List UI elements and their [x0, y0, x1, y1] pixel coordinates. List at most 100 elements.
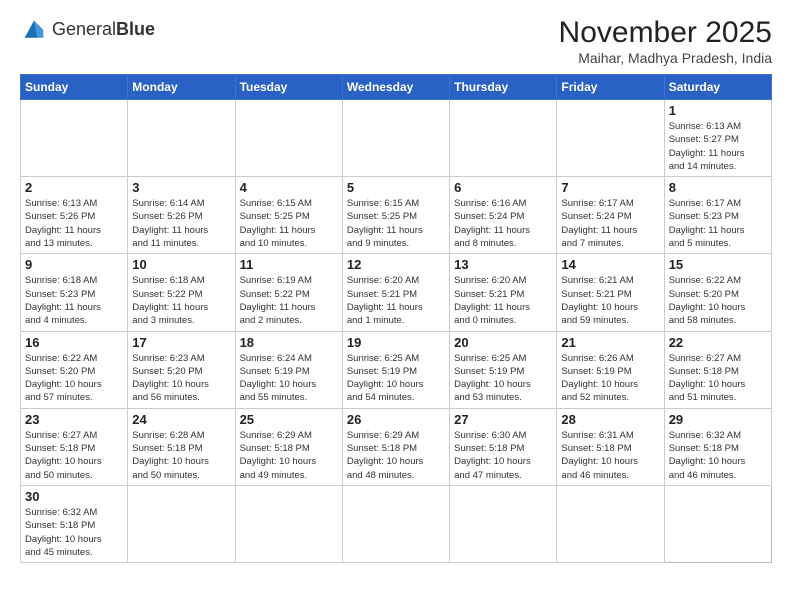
day-info: Sunrise: 6:32 AMSunset: 5:18 PMDaylight:… [25, 506, 123, 559]
day-number: 22 [669, 335, 767, 350]
day-cell: 29 Sunrise: 6:32 AMSunset: 5:18 PMDayligh… [664, 408, 771, 485]
day-cell: 4 Sunrise: 6:15 AMSunset: 5:25 PMDaylight… [235, 177, 342, 254]
day-cell [235, 100, 342, 177]
day-cell: 3Sunrise: 6:14 AMSunset: 5:26 PMDaylight… [128, 177, 235, 254]
day-cell [128, 485, 235, 562]
day-info: Sunrise: 6:32 AMSunset: 5:18 PMDaylight:… [669, 429, 767, 482]
day-info: Sunrise: 6:21 AMSunset: 5:21 PMDaylight:… [561, 274, 659, 327]
day-cell: 14 Sunrise: 6:21 AMSunset: 5:21 PMDayligh… [557, 254, 664, 331]
day-cell: 21Sunrise: 6:26 AMSunset: 5:19 PMDayligh… [557, 331, 664, 408]
day-cell: 5 Sunrise: 6:15 AMSunset: 5:25 PMDaylight… [342, 177, 449, 254]
day-cell: 6 Sunrise: 6:16 AMSunset: 5:24 PMDaylight… [450, 177, 557, 254]
day-cell [342, 100, 449, 177]
day-info: Sunrise: 6:27 AMSunset: 5:18 PMDaylight:… [25, 429, 123, 482]
day-number: 25 [240, 412, 338, 427]
logo-icon [20, 16, 48, 44]
day-number: 29 [669, 412, 767, 427]
day-number: 7 [561, 180, 659, 195]
day-cell: 25 Sunrise: 6:29 AMSunset: 5:18 PMDayligh… [235, 408, 342, 485]
calendar-row-3: 16Sunrise: 6:22 AMSunset: 5:20 PMDayligh… [21, 331, 772, 408]
day-number: 5 [347, 180, 445, 195]
day-info: Sunrise: 6:25 AMSunset: 5:19 PMDaylight:… [454, 352, 552, 405]
day-info: Sunrise: 6:15 AMSunset: 5:25 PMDaylight:… [240, 197, 338, 250]
day-info: Sunrise: 6:24 AMSunset: 5:19 PMDaylight:… [240, 352, 338, 405]
day-info: Sunrise: 6:20 AMSunset: 5:21 PMDaylight:… [454, 274, 552, 327]
day-info: Sunrise: 6:29 AMSunset: 5:18 PMDaylight:… [240, 429, 338, 482]
day-info: Sunrise: 6:16 AMSunset: 5:24 PMDaylight:… [454, 197, 552, 250]
day-cell [21, 100, 128, 177]
day-number: 28 [561, 412, 659, 427]
calendar-row-4: 23 Sunrise: 6:27 AMSunset: 5:18 PMDayligh… [21, 408, 772, 485]
weekday-thursday: Thursday [450, 75, 557, 100]
calendar-row-0: 1Sunrise: 6:13 AMSunset: 5:27 PMDaylight… [21, 100, 772, 177]
day-info: Sunrise: 6:25 AMSunset: 5:19 PMDaylight:… [347, 352, 445, 405]
day-info: Sunrise: 6:18 AMSunset: 5:23 PMDaylight:… [25, 274, 123, 327]
location: Maihar, Madhya Pradesh, India [559, 50, 772, 66]
day-cell: 9 Sunrise: 6:18 AMSunset: 5:23 PMDaylight… [21, 254, 128, 331]
day-number: 1 [669, 103, 767, 118]
day-cell [235, 485, 342, 562]
day-info: Sunrise: 6:22 AMSunset: 5:20 PMDaylight:… [669, 274, 767, 327]
day-info: Sunrise: 6:18 AMSunset: 5:22 PMDaylight:… [132, 274, 230, 327]
weekday-sunday: Sunday [21, 75, 128, 100]
day-number: 13 [454, 257, 552, 272]
day-cell [557, 100, 664, 177]
day-info: Sunrise: 6:19 AMSunset: 5:22 PMDaylight:… [240, 274, 338, 327]
day-info: Sunrise: 6:13 AMSunset: 5:26 PMDaylight:… [25, 197, 123, 250]
day-cell: 24Sunrise: 6:28 AMSunset: 5:18 PMDayligh… [128, 408, 235, 485]
weekday-friday: Friday [557, 75, 664, 100]
day-cell: 26Sunrise: 6:29 AMSunset: 5:18 PMDayligh… [342, 408, 449, 485]
day-info: Sunrise: 6:15 AMSunset: 5:25 PMDaylight:… [347, 197, 445, 250]
day-cell: 13 Sunrise: 6:20 AMSunset: 5:21 PMDayligh… [450, 254, 557, 331]
day-number: 27 [454, 412, 552, 427]
day-info: Sunrise: 6:14 AMSunset: 5:26 PMDaylight:… [132, 197, 230, 250]
weekday-tuesday: Tuesday [235, 75, 342, 100]
day-cell: 10 Sunrise: 6:18 AMSunset: 5:22 PMDayligh… [128, 254, 235, 331]
day-cell: 1Sunrise: 6:13 AMSunset: 5:27 PMDaylight… [664, 100, 771, 177]
day-cell: 23 Sunrise: 6:27 AMSunset: 5:18 PMDayligh… [21, 408, 128, 485]
day-cell: 20 Sunrise: 6:25 AMSunset: 5:19 PMDayligh… [450, 331, 557, 408]
weekday-header-row: SundayMondayTuesdayWednesdayThursdayFrid… [21, 75, 772, 100]
day-info: Sunrise: 6:28 AMSunset: 5:18 PMDaylight:… [132, 429, 230, 482]
day-cell: 12 Sunrise: 6:20 AMSunset: 5:21 PMDayligh… [342, 254, 449, 331]
weekday-wednesday: Wednesday [342, 75, 449, 100]
weekday-monday: Monday [128, 75, 235, 100]
day-number: 19 [347, 335, 445, 350]
day-number: 10 [132, 257, 230, 272]
weekday-saturday: Saturday [664, 75, 771, 100]
day-cell: 19 Sunrise: 6:25 AMSunset: 5:19 PMDayligh… [342, 331, 449, 408]
day-number: 6 [454, 180, 552, 195]
header: GeneralBlue November 2025 Maihar, Madhya… [20, 16, 772, 66]
day-number: 9 [25, 257, 123, 272]
day-cell: 18Sunrise: 6:24 AMSunset: 5:19 PMDayligh… [235, 331, 342, 408]
day-number: 11 [240, 257, 338, 272]
day-number: 30 [25, 489, 123, 504]
day-info: Sunrise: 6:31 AMSunset: 5:18 PMDaylight:… [561, 429, 659, 482]
day-number: 23 [25, 412, 123, 427]
day-info: Sunrise: 6:30 AMSunset: 5:18 PMDaylight:… [454, 429, 552, 482]
day-info: Sunrise: 6:26 AMSunset: 5:19 PMDaylight:… [561, 352, 659, 405]
day-cell [557, 485, 664, 562]
day-info: Sunrise: 6:20 AMSunset: 5:21 PMDaylight:… [347, 274, 445, 327]
day-info: Sunrise: 6:29 AMSunset: 5:18 PMDaylight:… [347, 429, 445, 482]
day-number: 2 [25, 180, 123, 195]
day-info: Sunrise: 6:22 AMSunset: 5:20 PMDaylight:… [25, 352, 123, 405]
day-number: 20 [454, 335, 552, 350]
logo-text: GeneralBlue [52, 20, 155, 40]
day-number: 12 [347, 257, 445, 272]
day-cell [450, 485, 557, 562]
day-number: 14 [561, 257, 659, 272]
day-info: Sunrise: 6:17 AMSunset: 5:23 PMDaylight:… [669, 197, 767, 250]
day-number: 8 [669, 180, 767, 195]
title-block: November 2025 Maihar, Madhya Pradesh, In… [559, 16, 772, 66]
month-title: November 2025 [559, 16, 772, 50]
day-cell: 2 Sunrise: 6:13 AMSunset: 5:26 PMDaylight… [21, 177, 128, 254]
day-info: Sunrise: 6:27 AMSunset: 5:18 PMDaylight:… [669, 352, 767, 405]
day-number: 17 [132, 335, 230, 350]
page: GeneralBlue November 2025 Maihar, Madhya… [0, 0, 792, 612]
day-info: Sunrise: 6:17 AMSunset: 5:24 PMDaylight:… [561, 197, 659, 250]
day-cell: 7 Sunrise: 6:17 AMSunset: 5:24 PMDaylight… [557, 177, 664, 254]
calendar: SundayMondayTuesdayWednesdayThursdayFrid… [20, 74, 772, 563]
day-number: 4 [240, 180, 338, 195]
day-cell [128, 100, 235, 177]
